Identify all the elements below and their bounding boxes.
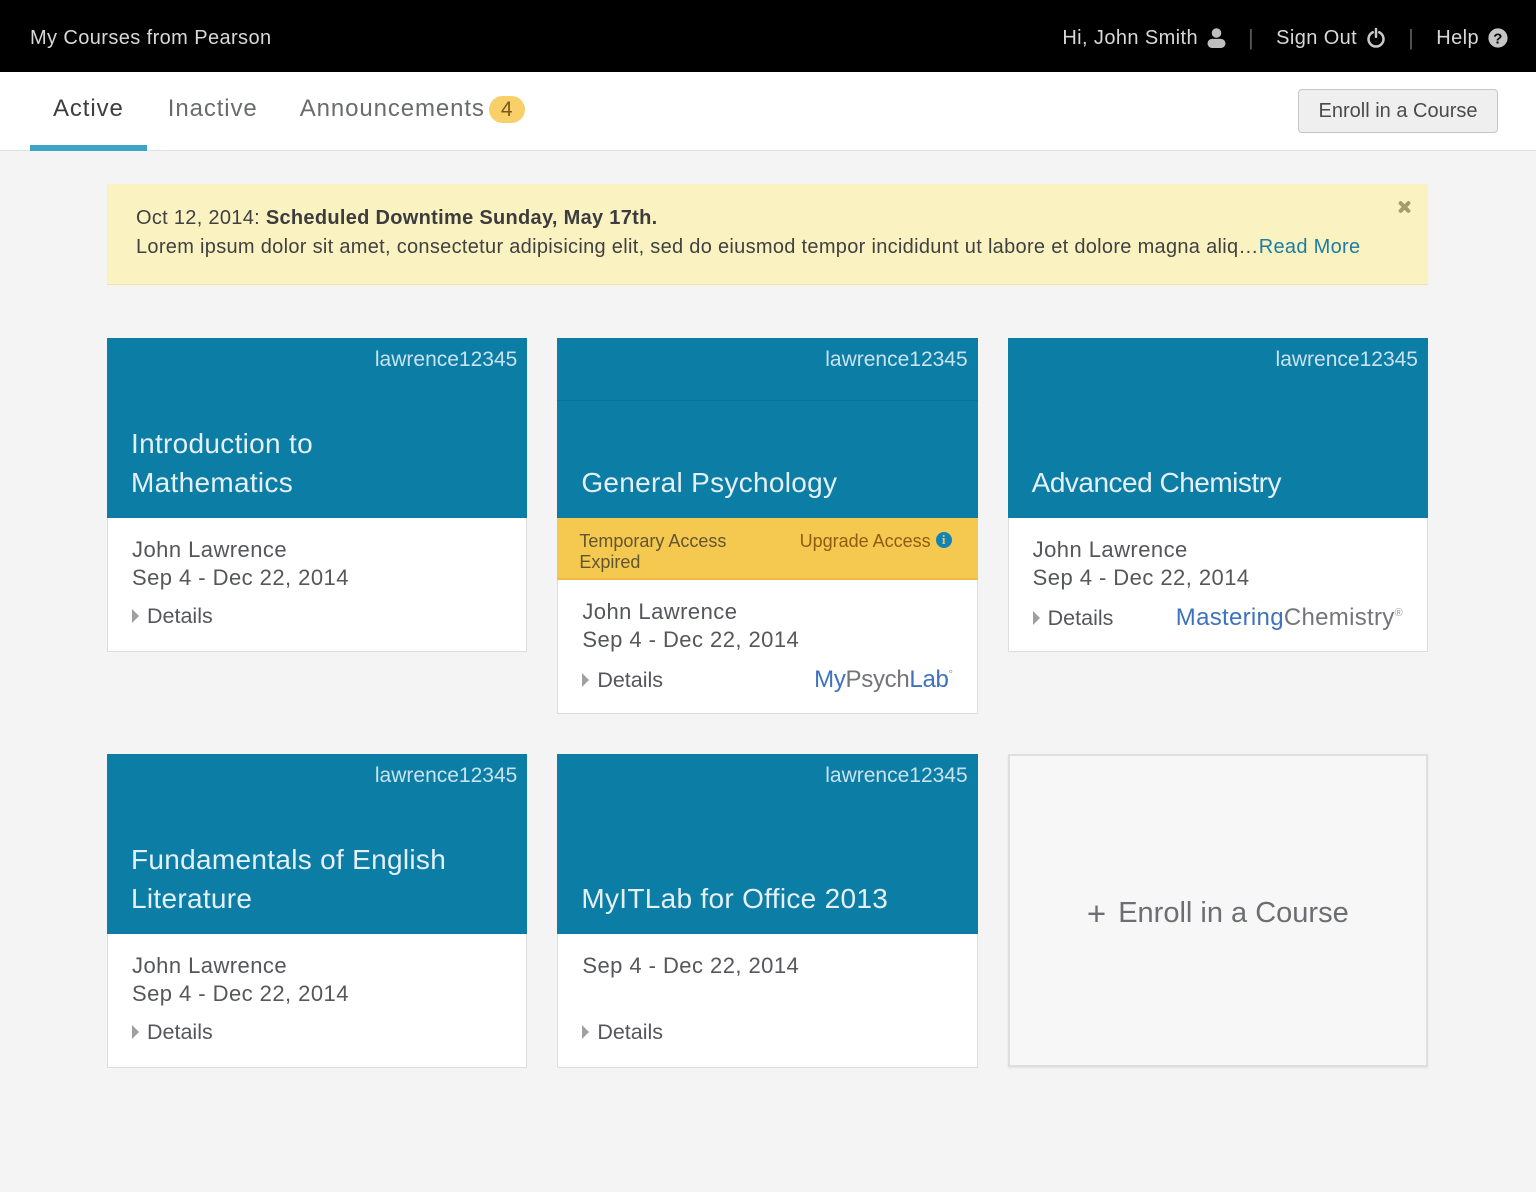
svg-text:?: ? [1493,30,1503,47]
